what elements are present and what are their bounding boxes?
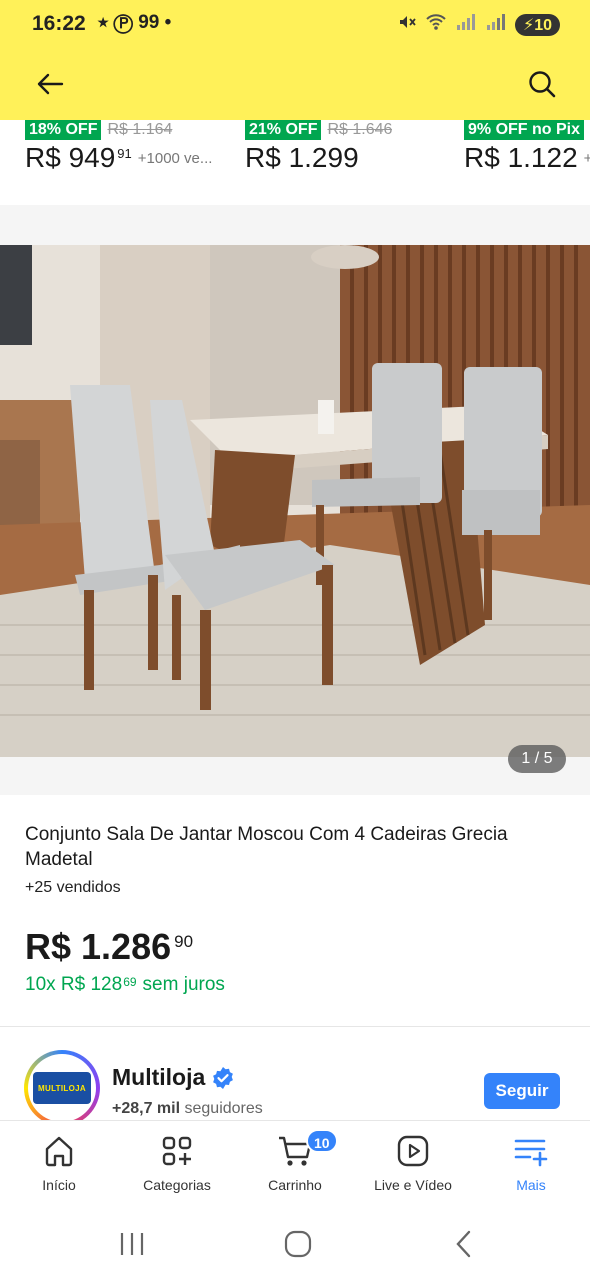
arrow-left-icon <box>37 73 64 95</box>
followers-count: +28,7 mil <box>112 1100 181 1117</box>
image-counter: 1 / 5 <box>508 745 566 773</box>
follow-button[interactable]: Seguir <box>484 1073 560 1109</box>
wifi-icon <box>425 12 447 37</box>
nav-item-home[interactable]: Início <box>0 1131 118 1201</box>
search-icon <box>529 71 556 98</box>
menu-plus-icon <box>514 1139 548 1167</box>
nav-label: Live e Vídeo <box>374 1177 452 1193</box>
status-notifications: ⭒ Ⓟ 99 • <box>98 12 172 33</box>
nav-item-more[interactable]: Mais <box>472 1131 590 1201</box>
related-price-cents: 91 <box>117 146 132 161</box>
related-card[interactable]: 21% OFF R$ 1.646 R$ 1.299 <box>245 120 392 205</box>
product-price: R$ 1.286 90 <box>25 926 193 968</box>
status-time: 16:22 <box>32 12 86 35</box>
recent-apps-icon <box>120 1233 144 1255</box>
nav-item-live-video[interactable]: Live e Vídeo <box>354 1131 472 1201</box>
recent-apps-button[interactable] <box>102 1226 162 1262</box>
play-video-icon <box>397 1135 429 1167</box>
seller-name-text: Multiloja <box>112 1064 206 1090</box>
signal-icon <box>455 13 477 36</box>
battery-icon: ⚡10 <box>514 13 560 36</box>
cart-badge: 10 <box>306 1129 338 1153</box>
related-sold: +5 <box>583 150 590 167</box>
back-button[interactable] <box>30 64 70 104</box>
mute-icon <box>397 12 417 37</box>
old-price: R$ 1.164 <box>107 121 173 138</box>
seller-name[interactable]: Multiloja <box>112 1064 235 1091</box>
home-icon <box>45 1136 73 1167</box>
installments-amount: 10x R$ 128 <box>25 974 123 995</box>
home-button[interactable] <box>268 1226 328 1262</box>
home-circle-icon <box>284 1230 312 1258</box>
verified-icon <box>213 1066 234 1089</box>
bottom-navigation: Início Categorias 10 Carrinho Live e Víd… <box>0 1120 590 1210</box>
discount-badge: 21% OFF <box>245 120 322 140</box>
installments-cents: 69 <box>123 975 137 989</box>
categories-icon <box>162 1136 192 1166</box>
seller-followers: +28,7 mil seguidores <box>112 1100 263 1118</box>
product-image-gallery[interactable] <box>0 245 590 757</box>
related-price: R$ 949 <box>25 142 116 173</box>
image-bottom-band <box>0 757 590 795</box>
discount-badge: 9% OFF no Pix <box>464 120 585 140</box>
price-integer: R$ 1.286 <box>25 926 172 967</box>
related-card[interactable]: 9% OFF no Pix R$ 1.122 +5 <box>464 120 590 205</box>
nav-label: Início <box>42 1177 76 1193</box>
product-image <box>0 245 590 757</box>
price-cents: 90 <box>174 932 194 951</box>
nav-item-categories[interactable]: Categorias <box>118 1131 236 1201</box>
discount-badge: 18% OFF <box>25 120 102 140</box>
search-button[interactable] <box>520 64 564 104</box>
old-price: R$ 1.646 <box>327 121 393 138</box>
related-price: R$ 1.299 <box>245 142 359 173</box>
nav-label: Mais <box>516 1177 546 1193</box>
system-back-button[interactable] <box>434 1226 494 1262</box>
installments-suffix: sem juros <box>142 974 225 995</box>
related-price: R$ 1.122 <box>464 142 578 173</box>
status-bar: 16:22 ⭒ Ⓟ 99 • ⚡10 <box>0 0 590 52</box>
installments[interactable]: 10x R$ 128 69 sem juros <box>25 974 225 996</box>
chevron-left-icon <box>456 1230 471 1258</box>
status-right: ⚡10 <box>397 12 560 37</box>
section-separator <box>0 205 590 245</box>
product-title: Conjunto Sala De Jantar Moscou Com 4 Cad… <box>25 824 508 870</box>
top-bar: 16:22 ⭒ Ⓟ 99 • ⚡10 <box>0 0 590 120</box>
divider <box>0 1026 590 1027</box>
nav-item-cart[interactable]: 10 Carrinho <box>236 1129 354 1201</box>
related-card[interactable]: 18% OFF R$ 1.164 R$ 949 91 +1000 ve... <box>25 120 212 205</box>
system-navigation <box>0 1210 590 1280</box>
related-sold: +1000 ve... <box>137 150 213 167</box>
signal-icon-2 <box>485 13 507 36</box>
seller-avatar[interactable]: MULTILOJA <box>24 1050 100 1126</box>
nav-label: Categorias <box>143 1177 211 1193</box>
nav-label: Carrinho <box>268 1177 322 1193</box>
sold-count: +25 vendidos <box>25 879 121 896</box>
related-products-strip[interactable]: 18% OFF R$ 1.164 R$ 949 91 +1000 ve... 2… <box>0 120 590 205</box>
seller-logo-icon: MULTILOJA <box>33 1072 91 1104</box>
followers-label: seguidores <box>184 1100 263 1117</box>
